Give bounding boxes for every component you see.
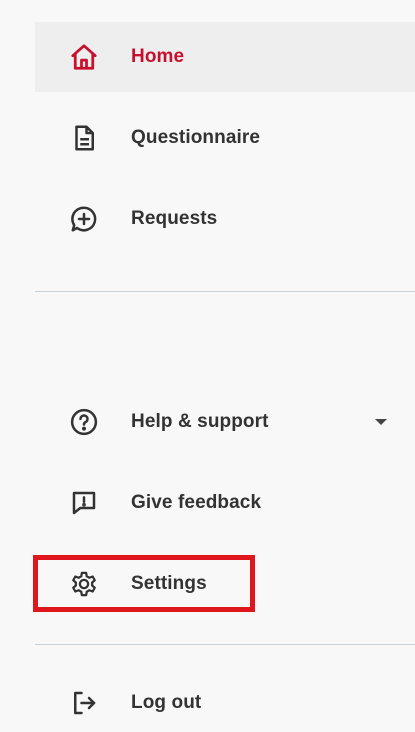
- divider: [35, 291, 415, 292]
- feedback-icon: [67, 486, 101, 520]
- nav-item-log-out[interactable]: Log out: [35, 668, 415, 732]
- nav-item-requests[interactable]: Requests: [35, 184, 415, 254]
- side-navigation: Home Questionnaire Requests Help & suppo…: [0, 0, 415, 732]
- nav-item-home[interactable]: Home: [35, 22, 415, 92]
- nav-item-label: Log out: [131, 692, 202, 713]
- nav-item-help-support[interactable]: Help & support: [35, 387, 415, 457]
- logout-icon: [67, 686, 101, 720]
- chevron-down-icon[interactable]: [375, 419, 387, 425]
- nav-item-label: Help & support: [131, 411, 269, 432]
- chat-add-icon: [67, 202, 101, 236]
- gear-icon: [67, 567, 101, 601]
- divider: [35, 644, 415, 645]
- nav-item-label: Questionnaire: [131, 127, 261, 148]
- nav-item-label: Home: [131, 46, 185, 67]
- nav-item-label: Settings: [131, 573, 207, 594]
- document-icon: [67, 121, 101, 155]
- home-icon: [67, 40, 101, 74]
- nav-item-questionnaire[interactable]: Questionnaire: [35, 103, 415, 173]
- nav-item-label: Requests: [131, 208, 218, 229]
- nav-item-label: Give feedback: [131, 492, 262, 513]
- nav-item-settings[interactable]: Settings: [35, 549, 415, 619]
- help-circle-icon: [67, 405, 101, 439]
- nav-item-give-feedback[interactable]: Give feedback: [35, 468, 415, 538]
